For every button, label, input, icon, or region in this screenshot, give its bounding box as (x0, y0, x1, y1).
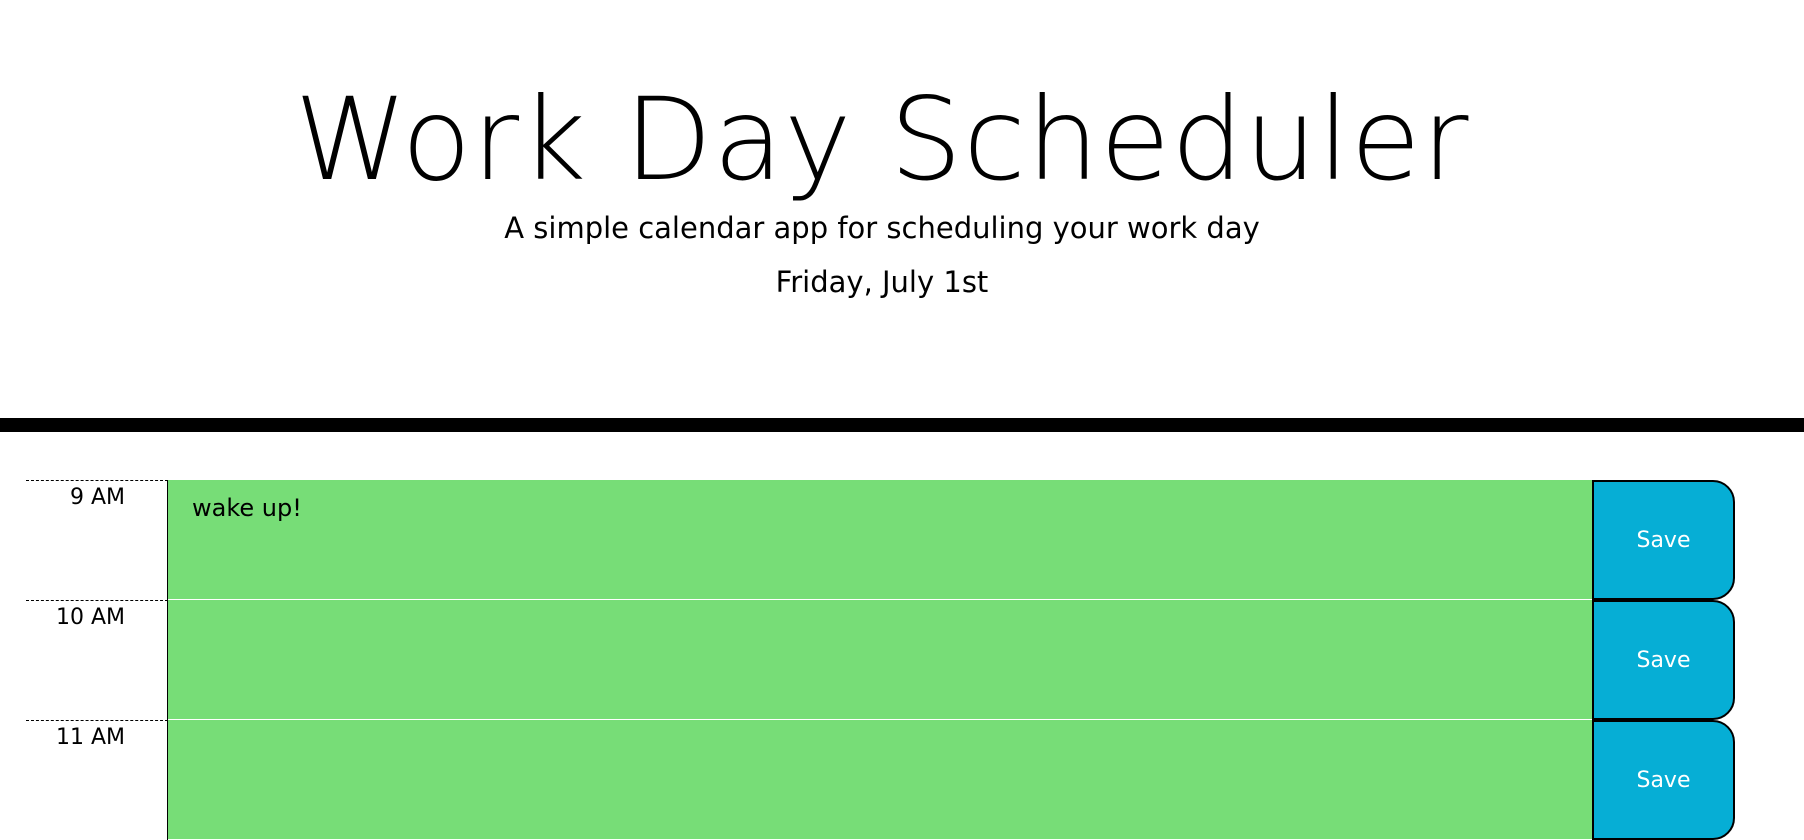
hour-label: 10 AM (26, 600, 168, 720)
event-description-input[interactable] (168, 720, 1592, 840)
save-button[interactable]: Save (1592, 480, 1735, 600)
hour-label: 9 AM (26, 480, 168, 600)
time-block-row: 11 AM Save (0, 720, 1804, 840)
current-day: Friday, July 1st (775, 265, 989, 299)
event-description-input[interactable] (168, 600, 1592, 720)
hour-label: 11 AM (26, 720, 168, 840)
save-button[interactable]: Save (1592, 720, 1735, 840)
page-title: Work Day Scheduler (294, 73, 1470, 206)
event-description-input[interactable]: wake up! (168, 480, 1592, 600)
time-block-row: 9 AM wake up! Save (0, 480, 1804, 600)
header-divider (0, 418, 1804, 432)
time-block-list: 9 AM wake up! Save 10 AM Save 11 AM Save (0, 480, 1804, 840)
save-button[interactable]: Save (1592, 600, 1735, 720)
time-block-row: 10 AM Save (0, 600, 1804, 720)
page-subtitle: A simple calendar app for scheduling you… (504, 211, 1260, 245)
jumbotron-header: Work Day Scheduler A simple calendar app… (0, 0, 1804, 418)
